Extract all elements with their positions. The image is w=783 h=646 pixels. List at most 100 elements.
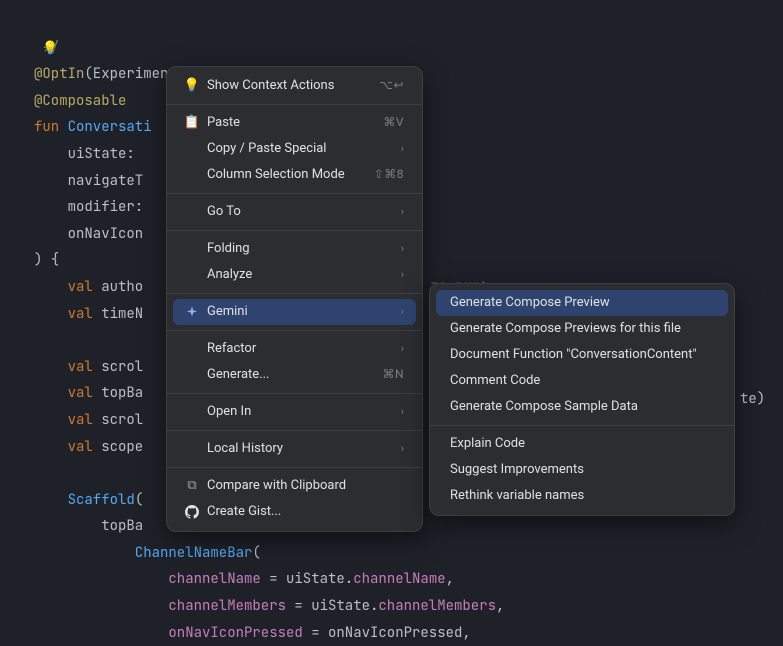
menu-separator bbox=[167, 104, 422, 105]
code-token: topBa bbox=[34, 517, 143, 535]
code-token: val bbox=[34, 305, 101, 323]
menu-label: Document Function "ConversationContent" bbox=[450, 347, 716, 364]
menu-separator bbox=[167, 330, 422, 331]
menu-shortcut: ⇧⌘8 bbox=[374, 167, 404, 183]
code-token: ChannelNameBar bbox=[34, 544, 252, 562]
code-token: Conversati bbox=[68, 118, 152, 136]
code-token: channelMembers bbox=[378, 597, 496, 615]
menu-shortcut: ⌥↩ bbox=[379, 78, 404, 94]
github-icon bbox=[183, 505, 201, 519]
intention-bulb-icon[interactable]: 💡 bbox=[42, 36, 58, 61]
code-token: @Composable bbox=[34, 92, 126, 110]
submenu-item-document-function[interactable]: Document Function "ConversationContent" bbox=[436, 342, 728, 368]
code-token: channelName bbox=[34, 570, 261, 588]
clipboard-icon: 📋 bbox=[183, 115, 201, 132]
menu-label: Generate Compose Previews for this file bbox=[450, 321, 716, 338]
code-token: scope bbox=[101, 438, 143, 456]
code-token: timeN bbox=[101, 305, 143, 323]
code-token: val bbox=[34, 411, 101, 429]
menu-label: Folding bbox=[207, 241, 393, 258]
menu-item-copy-paste-special[interactable]: Copy / Paste Special › bbox=[173, 136, 416, 162]
menu-label: Local History bbox=[207, 441, 393, 458]
code-token: scrol bbox=[101, 411, 143, 429]
code-token: val bbox=[34, 358, 101, 376]
menu-label: Column Selection Mode bbox=[207, 167, 374, 184]
code-token: ( bbox=[252, 544, 260, 562]
code-token: ) { bbox=[34, 251, 59, 269]
menu-label: Create Gist... bbox=[207, 504, 404, 521]
menu-label: Gemini bbox=[207, 304, 393, 321]
submenu-item-suggest-improvements[interactable]: Suggest Improvements bbox=[436, 457, 728, 483]
menu-separator bbox=[167, 467, 422, 468]
menu-separator bbox=[167, 293, 422, 294]
code-token: onNavIcon bbox=[34, 225, 143, 243]
gemini-submenu: Generate Compose Preview Generate Compos… bbox=[429, 283, 735, 516]
menu-label: Go To bbox=[207, 204, 393, 221]
menu-label: Show Context Actions bbox=[207, 78, 379, 95]
submenu-item-explain-code[interactable]: Explain Code bbox=[436, 431, 728, 457]
code-token: = uiState. bbox=[261, 570, 353, 588]
code-token: autho bbox=[101, 278, 143, 296]
context-menu: 💡 Show Context Actions ⌥↩ 📋 Paste ⌘V Cop… bbox=[166, 66, 423, 532]
menu-item-column-selection[interactable]: Column Selection Mode ⇧⌘8 bbox=[173, 162, 416, 188]
submenu-item-generate-preview[interactable]: Generate Compose Preview bbox=[436, 290, 728, 316]
menu-separator bbox=[430, 425, 734, 426]
menu-shortcut: ⌘V bbox=[383, 115, 404, 131]
menu-label: Generate Compose Sample Data bbox=[450, 399, 716, 416]
code-token: Scaffold bbox=[34, 491, 135, 509]
code-token: scrol bbox=[101, 358, 143, 376]
code-token: = uiState. bbox=[286, 597, 378, 615]
menu-label: Open In bbox=[207, 404, 393, 421]
chevron-right-icon: › bbox=[401, 442, 404, 456]
chevron-right-icon: › bbox=[401, 405, 404, 419]
menu-item-gemini[interactable]: Gemini › bbox=[173, 299, 416, 325]
menu-item-refactor[interactable]: Refactor › bbox=[173, 336, 416, 362]
submenu-item-generate-previews-file[interactable]: Generate Compose Previews for this file bbox=[436, 316, 728, 342]
chevron-right-icon: › bbox=[401, 268, 404, 282]
code-token: , bbox=[496, 597, 504, 615]
menu-item-local-history[interactable]: Local History › bbox=[173, 436, 416, 462]
menu-label: Paste bbox=[207, 115, 383, 132]
chevron-right-icon: › bbox=[401, 242, 404, 256]
menu-item-open-in[interactable]: Open In › bbox=[173, 399, 416, 425]
menu-item-analyze[interactable]: Analyze › bbox=[173, 262, 416, 288]
menu-label: Generate... bbox=[207, 367, 382, 384]
menu-label: Suggest Improvements bbox=[450, 462, 716, 479]
menu-shortcut: ⌘N bbox=[382, 367, 404, 383]
menu-item-compare-clipboard[interactable]: ⧉ Compare with Clipboard bbox=[173, 473, 416, 499]
code-token: channelMembers bbox=[34, 597, 286, 615]
menu-separator bbox=[167, 393, 422, 394]
submenu-item-rethink-names[interactable]: Rethink variable names bbox=[436, 483, 728, 509]
menu-label: Compare with Clipboard bbox=[207, 478, 404, 495]
menu-item-paste[interactable]: 📋 Paste ⌘V bbox=[173, 110, 416, 136]
code-token: uiState: bbox=[34, 145, 135, 163]
menu-item-context-actions[interactable]: 💡 Show Context Actions ⌥↩ bbox=[173, 73, 416, 99]
bulb-icon: 💡 bbox=[183, 78, 201, 95]
code-token: val bbox=[34, 438, 101, 456]
code-token: navigateT bbox=[34, 172, 143, 190]
chevron-right-icon: › bbox=[401, 205, 404, 219]
menu-label: Comment Code bbox=[450, 373, 716, 390]
code-token: , bbox=[446, 570, 454, 588]
code-token: val bbox=[34, 384, 101, 402]
code-token: = onNavIconPressed, bbox=[303, 624, 471, 642]
chevron-right-icon: › bbox=[401, 305, 404, 319]
menu-item-create-gist[interactable]: Create Gist... bbox=[173, 499, 416, 525]
code-token: channelName bbox=[353, 570, 445, 588]
menu-item-generate[interactable]: Generate... ⌘N bbox=[173, 362, 416, 388]
code-token: topBa bbox=[101, 384, 143, 402]
submenu-item-generate-sample-data[interactable]: Generate Compose Sample Data bbox=[436, 394, 728, 420]
chevron-right-icon: › bbox=[401, 342, 404, 356]
menu-separator bbox=[167, 430, 422, 431]
code-token: onNavIconPressed bbox=[34, 624, 303, 642]
menu-label: Analyze bbox=[207, 267, 393, 284]
menu-item-folding[interactable]: Folding › bbox=[173, 236, 416, 262]
menu-item-go-to[interactable]: Go To › bbox=[173, 199, 416, 225]
menu-separator bbox=[167, 230, 422, 231]
code-token: val bbox=[34, 278, 101, 296]
menu-label: Refactor bbox=[207, 341, 393, 358]
menu-label: Rethink variable names bbox=[450, 488, 716, 505]
menu-label: Copy / Paste Special bbox=[207, 141, 393, 158]
submenu-item-comment-code[interactable]: Comment Code bbox=[436, 368, 728, 394]
diff-icon: ⧉ bbox=[183, 478, 201, 495]
